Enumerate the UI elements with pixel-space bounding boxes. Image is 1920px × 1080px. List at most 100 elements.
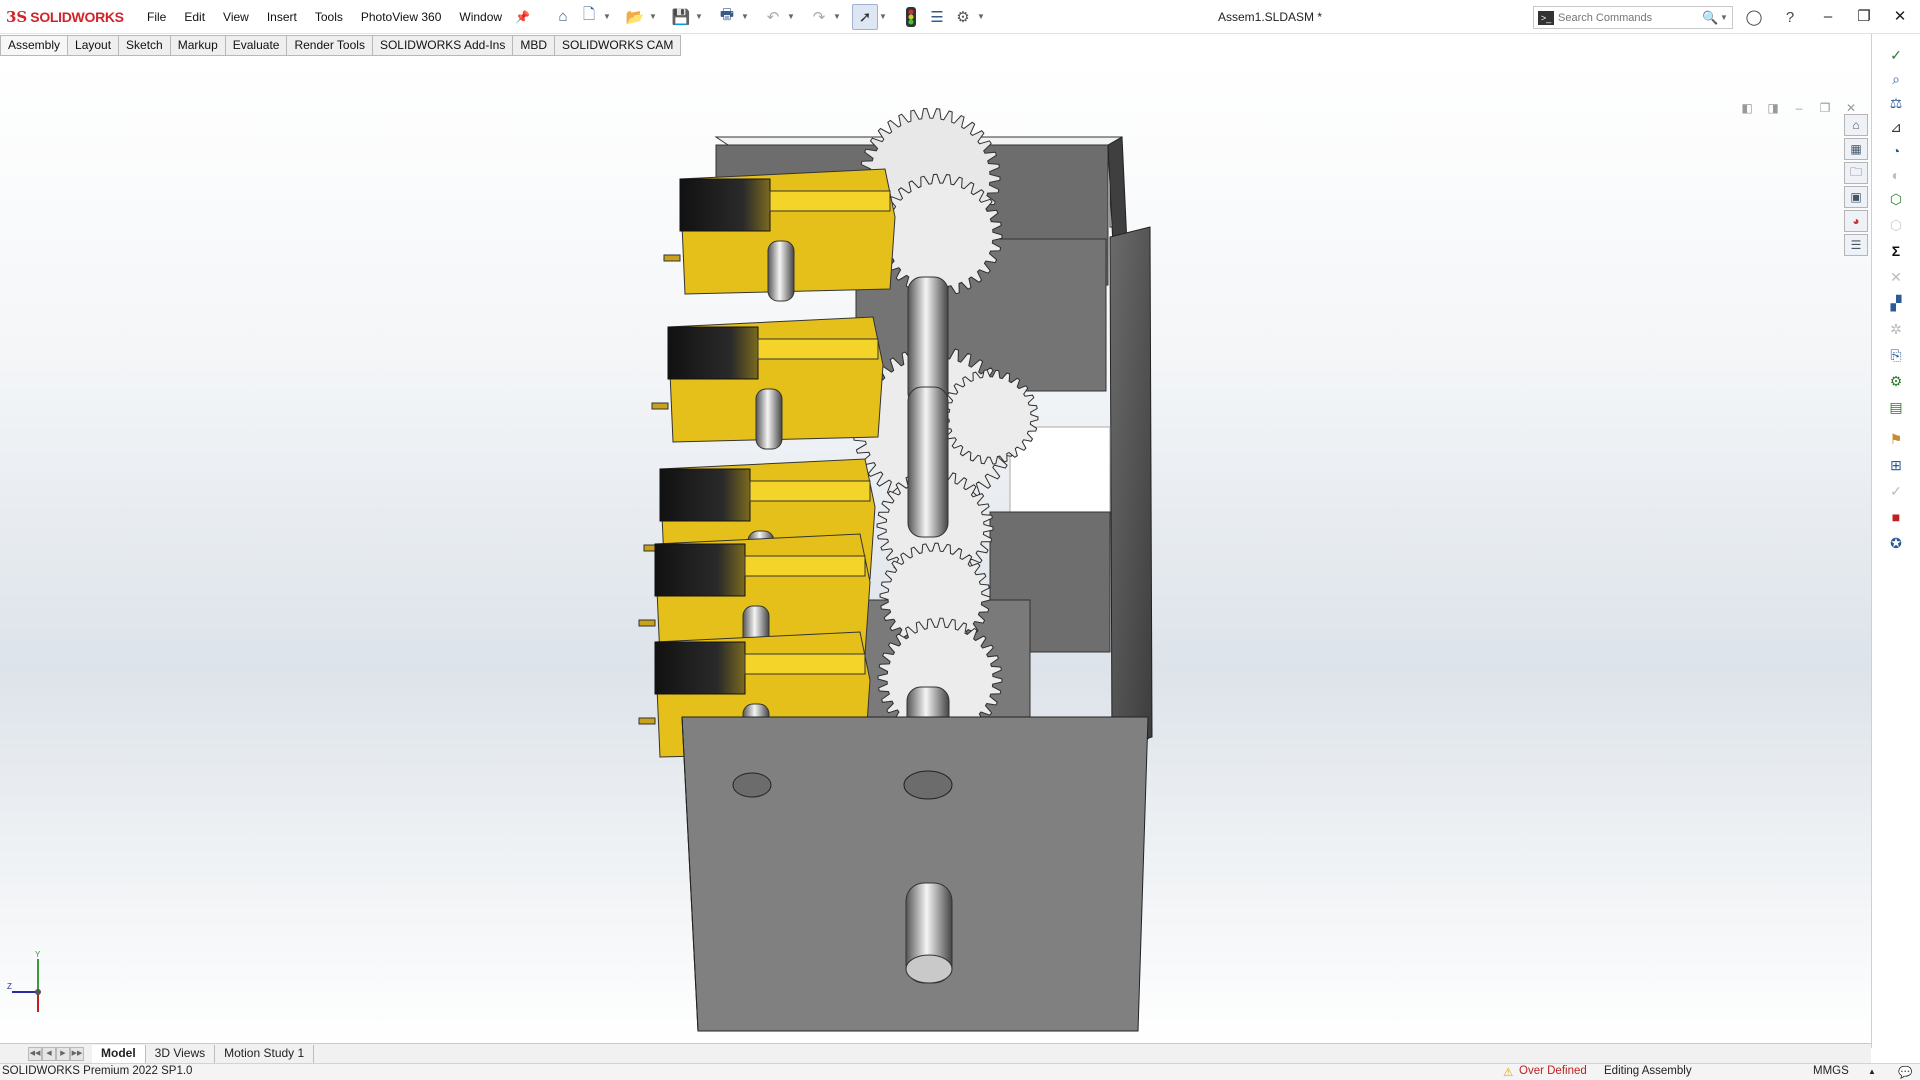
restore-button[interactable]: ❐ xyxy=(1846,0,1882,34)
viewport-minimize-icon[interactable]: – xyxy=(1788,101,1810,119)
measure-icon[interactable]: ⌕ xyxy=(1884,68,1908,90)
select-icon[interactable]: ➚ xyxy=(852,3,879,30)
user-account-icon[interactable]: ◯ xyxy=(1742,6,1766,28)
options-dropdown-icon[interactable]: ▼ xyxy=(976,12,986,21)
feature-statistics-icon[interactable]: ⚙ xyxy=(1884,370,1908,392)
open-dropdown-icon[interactable]: ▼ xyxy=(648,12,658,21)
draft-analysis-icon[interactable]: ⬡ xyxy=(1884,214,1908,236)
close-button[interactable]: ✕ xyxy=(1882,0,1918,34)
prev-tab-icon[interactable]: ◀ xyxy=(42,1046,56,1061)
solidworks-resources-icon[interactable]: ⌂ xyxy=(1844,114,1868,136)
curvature-icon[interactable]: ✲ xyxy=(1884,318,1908,340)
costing-icon[interactable]: ■ xyxy=(1884,506,1908,528)
tab-3d-views[interactable]: 3D Views xyxy=(146,1044,216,1063)
menu-photoview[interactable]: PhotoView 360 xyxy=(352,0,451,34)
over-defined-status[interactable]: Over Defined xyxy=(1519,1065,1587,1077)
appearances-scenes-icon[interactable]: ◕ xyxy=(1844,210,1868,232)
design-library-icon[interactable]: ▦ xyxy=(1844,138,1868,160)
tab-model[interactable]: Model xyxy=(92,1044,146,1063)
help-icon[interactable]: ? xyxy=(1778,6,1802,28)
tab-scroll-arrows[interactable]: ◀◀ ◀ ▶ ▶▶ xyxy=(28,1046,84,1061)
performance-evaluation-icon[interactable]: ⚑ xyxy=(1884,428,1908,450)
custom-properties-icon[interactable]: ☰ xyxy=(1844,234,1868,256)
save-icon[interactable]: 💾 xyxy=(668,4,694,30)
motor-block-4-arm xyxy=(744,555,866,577)
tab-sketch[interactable]: Sketch xyxy=(119,35,171,56)
mass-properties-icon[interactable]: ⚖ xyxy=(1884,92,1908,114)
tab-motion-study[interactable]: Motion Study 1 xyxy=(215,1044,315,1063)
warning-icon: ⚠ xyxy=(1503,1067,1514,1079)
save-dropdown-icon[interactable]: ▼ xyxy=(694,12,704,21)
menu-edit[interactable]: Edit xyxy=(175,0,214,34)
assembly-model[interactable] xyxy=(0,57,1871,1043)
front-hole-2 xyxy=(903,770,953,800)
spell-check-icon[interactable]: ✓ xyxy=(1884,44,1908,66)
search-dropdown-icon[interactable]: ▼ xyxy=(1720,13,1732,22)
terminal-icon: >_ xyxy=(1538,10,1554,25)
next-tab-icon[interactable]: ▶ xyxy=(56,1046,70,1061)
menu-tools[interactable]: Tools xyxy=(306,0,352,34)
redo-icon[interactable]: ↷ xyxy=(806,4,832,30)
solidworks-logo[interactable]: 3S SOLIDWORKS xyxy=(6,8,138,26)
check-icon[interactable]: ⬡ xyxy=(1884,188,1908,210)
redo-dropdown-icon[interactable]: ▼ xyxy=(832,12,842,21)
view-palette-icon[interactable]: ▣ xyxy=(1844,186,1868,208)
minimize-button[interactable]: – xyxy=(1810,0,1846,34)
units-dropdown-icon[interactable]: ▲ xyxy=(1868,1067,1876,1076)
undo-dropdown-icon[interactable]: ▼ xyxy=(786,12,796,21)
new-document-icon[interactable]: 🗋 xyxy=(576,4,602,30)
menu-insert[interactable]: Insert xyxy=(258,0,306,34)
motor-block-3-arm xyxy=(749,480,871,502)
tab-mbd[interactable]: MBD xyxy=(513,35,555,56)
new-dropdown-icon[interactable]: ▼ xyxy=(602,12,612,21)
viewport-collapse-icon[interactable]: ◧ xyxy=(1736,101,1758,119)
status-bar: SOLIDWORKS Premium 2022 SP1.0 ⚠ Over Def… xyxy=(0,1063,1920,1080)
section-properties-icon[interactable]: ⊿ xyxy=(1884,116,1908,138)
tab-markup[interactable]: Markup xyxy=(170,35,226,56)
tab-evaluate[interactable]: Evaluate xyxy=(225,35,288,56)
units-status[interactable]: MMGS xyxy=(1813,1065,1849,1077)
file-properties-icon[interactable]: ☰ xyxy=(924,4,950,30)
tab-solidworks-addins[interactable]: SOLIDWORKS Add-Ins xyxy=(372,35,514,56)
tab-solidworks-cam[interactable]: SOLIDWORKS CAM xyxy=(555,35,682,56)
zebra-stripes-icon[interactable]: ▞ xyxy=(1884,292,1908,314)
tab-render-tools[interactable]: Render Tools xyxy=(287,35,373,56)
tab-assembly[interactable]: Assembly xyxy=(0,35,69,56)
menu-view[interactable]: View xyxy=(214,0,258,34)
sensor-icon[interactable]: ◔ xyxy=(1884,140,1908,162)
assembly-visualization-icon[interactable]: ▤ xyxy=(1884,396,1908,418)
compare-documents-icon[interactable]: ⎘ xyxy=(1884,344,1908,366)
file-explorer-icon[interactable]: 🗀 xyxy=(1844,162,1868,184)
search-input[interactable] xyxy=(1558,11,1702,24)
options-gear-icon[interactable]: ⚙ xyxy=(950,4,976,30)
menu-window[interactable]: Window xyxy=(450,0,511,34)
pin-menu-icon[interactable]: 📌 xyxy=(515,10,530,24)
open-icon[interactable]: 📂 xyxy=(622,4,648,30)
home-icon[interactable]: ⌂ xyxy=(550,4,576,30)
rebuild-traffic-light-icon[interactable] xyxy=(898,4,924,30)
thickness-analysis-icon[interactable]: ✕ xyxy=(1884,266,1908,288)
graphics-area[interactable]: ◧ ◨ – ❐ ✕ Z Y xyxy=(0,57,1871,1043)
first-tab-icon[interactable]: ◀◀ xyxy=(28,1046,42,1061)
menu-file[interactable]: File xyxy=(138,0,175,34)
motor-block-1-motor xyxy=(679,178,771,232)
design-checker-icon[interactable]: ✓ xyxy=(1884,480,1908,502)
print-dropdown-icon[interactable]: ▼ xyxy=(740,12,750,21)
editing-mode-status: Editing Assembly xyxy=(1604,1065,1692,1077)
symmetry-check-icon[interactable]: ⊞ xyxy=(1884,454,1908,476)
search-commands-box[interactable]: >_ 🔍 ▼ xyxy=(1533,6,1733,29)
viewport-expand-icon[interactable]: ◨ xyxy=(1762,101,1784,119)
print-icon[interactable]: 🖶 xyxy=(714,4,740,30)
search-icon[interactable]: 🔍 xyxy=(1702,10,1720,26)
viewport-restore-icon[interactable]: ❐ xyxy=(1814,101,1836,119)
last-tab-icon[interactable]: ▶▶ xyxy=(70,1046,84,1061)
select-dropdown-icon[interactable]: ▼ xyxy=(878,12,888,21)
task-pane-tabs: ⌂ ▦ 🗀 ▣ ◕ ☰ xyxy=(1844,114,1870,258)
tab-layout[interactable]: Layout xyxy=(68,35,120,56)
ds-logo-icon: 3S xyxy=(6,7,28,26)
chat-icon[interactable]: 💬 xyxy=(1898,1065,1912,1079)
undo-icon[interactable]: ↶ xyxy=(760,4,786,30)
equations-sigma-icon[interactable]: Σ xyxy=(1884,240,1908,262)
simulation-xpress-icon[interactable]: ✪ xyxy=(1884,532,1908,554)
interference-icon[interactable]: ◐ xyxy=(1884,164,1908,186)
